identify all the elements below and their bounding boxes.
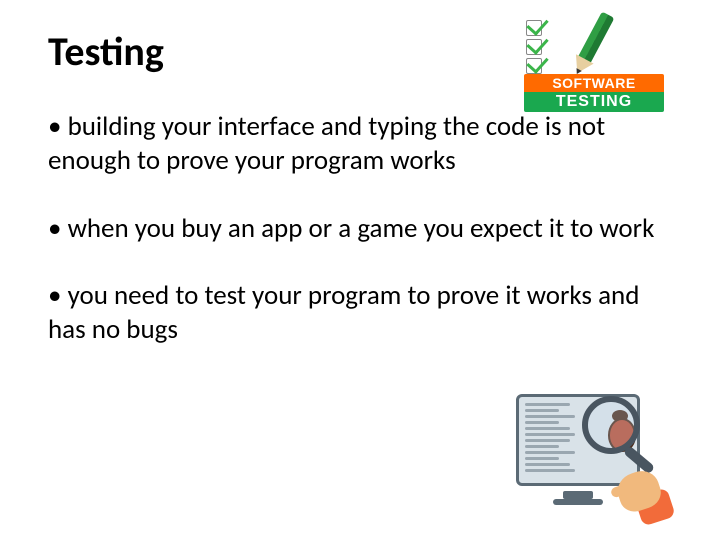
bullet-text: building your interface and typing the c…	[48, 110, 605, 177]
bullet-text: when you buy an app or a game you expect…	[68, 212, 655, 245]
software-testing-illustration: SOFTWARE TESTING	[524, 20, 664, 112]
label-software: SOFTWARE	[524, 74, 664, 92]
bullet-item: • when you buy an app or a game you expe…	[48, 212, 672, 246]
bullet-dot-icon: •	[48, 110, 61, 143]
bug-testing-illustration	[508, 388, 658, 508]
bullet-item: • you need to test your program to prove…	[48, 279, 672, 347]
software-testing-label: SOFTWARE TESTING	[524, 74, 664, 112]
bullet-list: • building your interface and typing the…	[48, 110, 672, 347]
bullet-dot-icon: •	[48, 279, 61, 312]
bullet-text: you need to test your program to prove i…	[48, 279, 639, 346]
bullet-item: • building your interface and typing the…	[48, 110, 672, 178]
bullet-dot-icon: •	[48, 212, 61, 245]
label-testing: TESTING	[524, 92, 664, 112]
magnifier-icon	[582, 396, 652, 466]
slide: SOFTWARE TESTING Testing • building your…	[0, 0, 720, 540]
